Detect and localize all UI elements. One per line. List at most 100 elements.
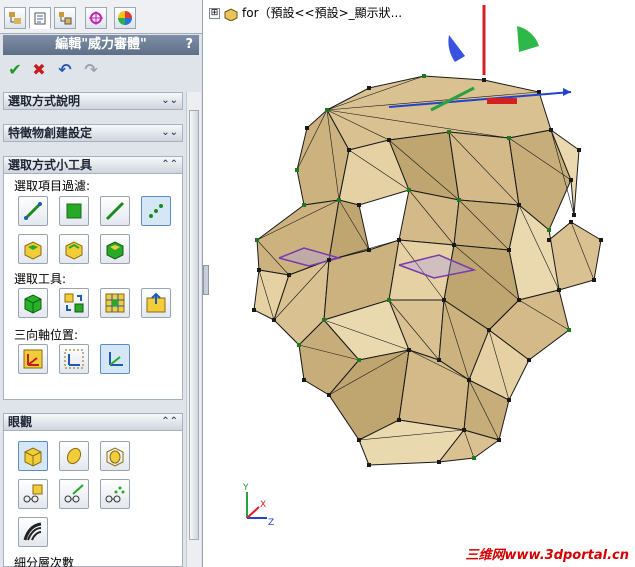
mesh-vertex[interactable] xyxy=(482,78,486,82)
cancel-button[interactable]: ✖ xyxy=(29,60,49,80)
mesh-vertex[interactable] xyxy=(462,428,466,432)
mesh-vertex[interactable] xyxy=(295,168,299,172)
display-box-button[interactable] xyxy=(18,441,48,471)
mesh-vertex[interactable] xyxy=(272,318,276,322)
mesh-vertex[interactable] xyxy=(447,130,451,134)
mesh-vertex[interactable] xyxy=(367,86,371,90)
triad-position-2-button[interactable] xyxy=(59,344,89,374)
dimxpert-tab[interactable] xyxy=(85,7,107,29)
filter-face-button[interactable] xyxy=(59,196,89,226)
mesh-vertex[interactable] xyxy=(537,90,541,94)
ok-button[interactable]: ✔ xyxy=(5,60,25,80)
mesh-vertex[interactable] xyxy=(507,248,511,252)
display-box-glasses-button[interactable] xyxy=(18,479,48,509)
mesh-vertex[interactable] xyxy=(297,343,301,347)
invert-selection-button[interactable] xyxy=(59,288,89,318)
mesh-vertex[interactable] xyxy=(527,358,531,362)
panel-scrollbar[interactable] xyxy=(186,92,201,567)
filter-vertex-button[interactable] xyxy=(141,196,171,226)
mesh-vertex[interactable] xyxy=(507,398,511,402)
mesh-vertex[interactable] xyxy=(287,273,291,277)
display-both-button[interactable] xyxy=(100,441,130,471)
mesh-vertex[interactable] xyxy=(547,238,551,242)
display-manager-tab[interactable] xyxy=(114,7,136,29)
graphics-area[interactable]: ⊞ for（預設<<預設>_顯示狀... Y X Z 三维网www.3dporta… xyxy=(209,0,635,567)
mesh-vertex[interactable] xyxy=(255,238,259,242)
mesh-vertex[interactable] xyxy=(397,238,401,242)
mesh-vertex[interactable] xyxy=(517,298,521,302)
mesh-vertex[interactable] xyxy=(422,74,426,78)
rotate-x-ring-icon[interactable] xyxy=(448,35,465,62)
mesh-vertex[interactable] xyxy=(437,460,441,464)
mesh-vertex[interactable] xyxy=(367,248,371,252)
section-display[interactable]: 眼觀 ⌃⌃ xyxy=(3,413,183,431)
property-manager-tab[interactable] xyxy=(29,7,51,29)
undo-button[interactable]: ↶ xyxy=(55,60,75,80)
mesh-vertex[interactable] xyxy=(407,348,411,352)
mesh-vertex[interactable] xyxy=(302,203,306,207)
mesh-vertex[interactable] xyxy=(357,438,361,442)
display-smooth-button[interactable] xyxy=(59,441,89,471)
mesh-vertex[interactable] xyxy=(387,138,391,142)
mesh-vertex[interactable] xyxy=(337,198,341,202)
mesh-vertex[interactable] xyxy=(592,278,596,282)
mesh-vertex[interactable] xyxy=(599,238,603,242)
help-button[interactable]: ? xyxy=(185,35,193,55)
grow-selection-button[interactable] xyxy=(100,288,130,318)
mesh-vertex[interactable] xyxy=(252,308,256,312)
mesh-vertex[interactable] xyxy=(549,128,553,132)
mesh-vertex[interactable] xyxy=(327,258,331,262)
scrollbar-thumb[interactable] xyxy=(189,110,199,540)
mesh-vertex[interactable] xyxy=(467,378,471,382)
mesh-vertex[interactable] xyxy=(397,418,401,422)
mesh-vertex[interactable] xyxy=(302,378,306,382)
mesh-face[interactable] xyxy=(398,189,460,246)
mesh-vertex[interactable] xyxy=(442,298,446,302)
mesh-vertex[interactable] xyxy=(322,318,326,322)
section-selection-help[interactable]: 選取方式說明 ⌄⌄ xyxy=(3,92,183,110)
mesh-vertex[interactable] xyxy=(437,358,441,362)
select-box-vertices-button[interactable] xyxy=(100,234,130,264)
section-selection-tools[interactable]: 選取方式小工具 ⌃⌃ xyxy=(3,156,183,174)
mesh-vertex[interactable] xyxy=(547,228,551,232)
mesh-vertex[interactable] xyxy=(407,188,411,192)
mesh-vertex[interactable] xyxy=(569,220,573,224)
mesh-vertex[interactable] xyxy=(357,203,361,207)
mesh-vertex[interactable] xyxy=(457,198,461,202)
mesh-vertex[interactable] xyxy=(472,456,476,460)
mesh-vertex[interactable] xyxy=(367,463,371,467)
mesh-vertex[interactable] xyxy=(517,203,521,207)
mesh-vertex[interactable] xyxy=(387,298,391,302)
display-vertex-glasses-button[interactable] xyxy=(100,479,130,509)
mesh-vertex[interactable] xyxy=(257,268,261,272)
mesh-vertex[interactable] xyxy=(452,243,456,247)
mesh-vertex[interactable] xyxy=(327,393,331,397)
mesh-vertex[interactable] xyxy=(557,288,561,292)
redo-button[interactable]: ↷ xyxy=(81,60,101,80)
rotate-z-ring-icon[interactable] xyxy=(517,26,539,52)
mesh-vertex[interactable] xyxy=(577,148,581,152)
mesh-face[interactable] xyxy=(453,199,520,251)
cage-mesh-model[interactable]: Y X Z xyxy=(209,0,635,567)
filter-vertex-edge-button[interactable] xyxy=(18,196,48,226)
mesh-vertex[interactable] xyxy=(569,178,573,182)
mesh-vertex[interactable] xyxy=(325,108,329,112)
loop-selection-button[interactable] xyxy=(141,288,171,318)
triad-position-3-button[interactable] xyxy=(100,344,130,374)
mesh-vertex[interactable] xyxy=(487,328,491,332)
select-box-faces-button[interactable] xyxy=(18,234,48,264)
select-box-edges-button[interactable] xyxy=(59,234,89,264)
feature-manager-tab[interactable] xyxy=(4,7,26,29)
triad-position-1-button[interactable] xyxy=(18,344,48,374)
mesh-vertex[interactable] xyxy=(347,148,351,152)
mesh-vertex[interactable] xyxy=(567,328,571,332)
display-zebra-button[interactable] xyxy=(18,517,48,547)
mesh-vertex[interactable] xyxy=(572,213,576,217)
select-all-button[interactable] xyxy=(18,288,48,318)
mesh-vertex[interactable] xyxy=(305,126,309,130)
mesh-vertex[interactable] xyxy=(497,438,501,442)
center-handle[interactable] xyxy=(487,98,517,104)
configuration-manager-tab[interactable] xyxy=(54,7,76,29)
section-feature-create[interactable]: 特徵物創建設定 ⌄⌄ xyxy=(3,124,183,142)
mesh-vertex[interactable] xyxy=(357,358,361,362)
